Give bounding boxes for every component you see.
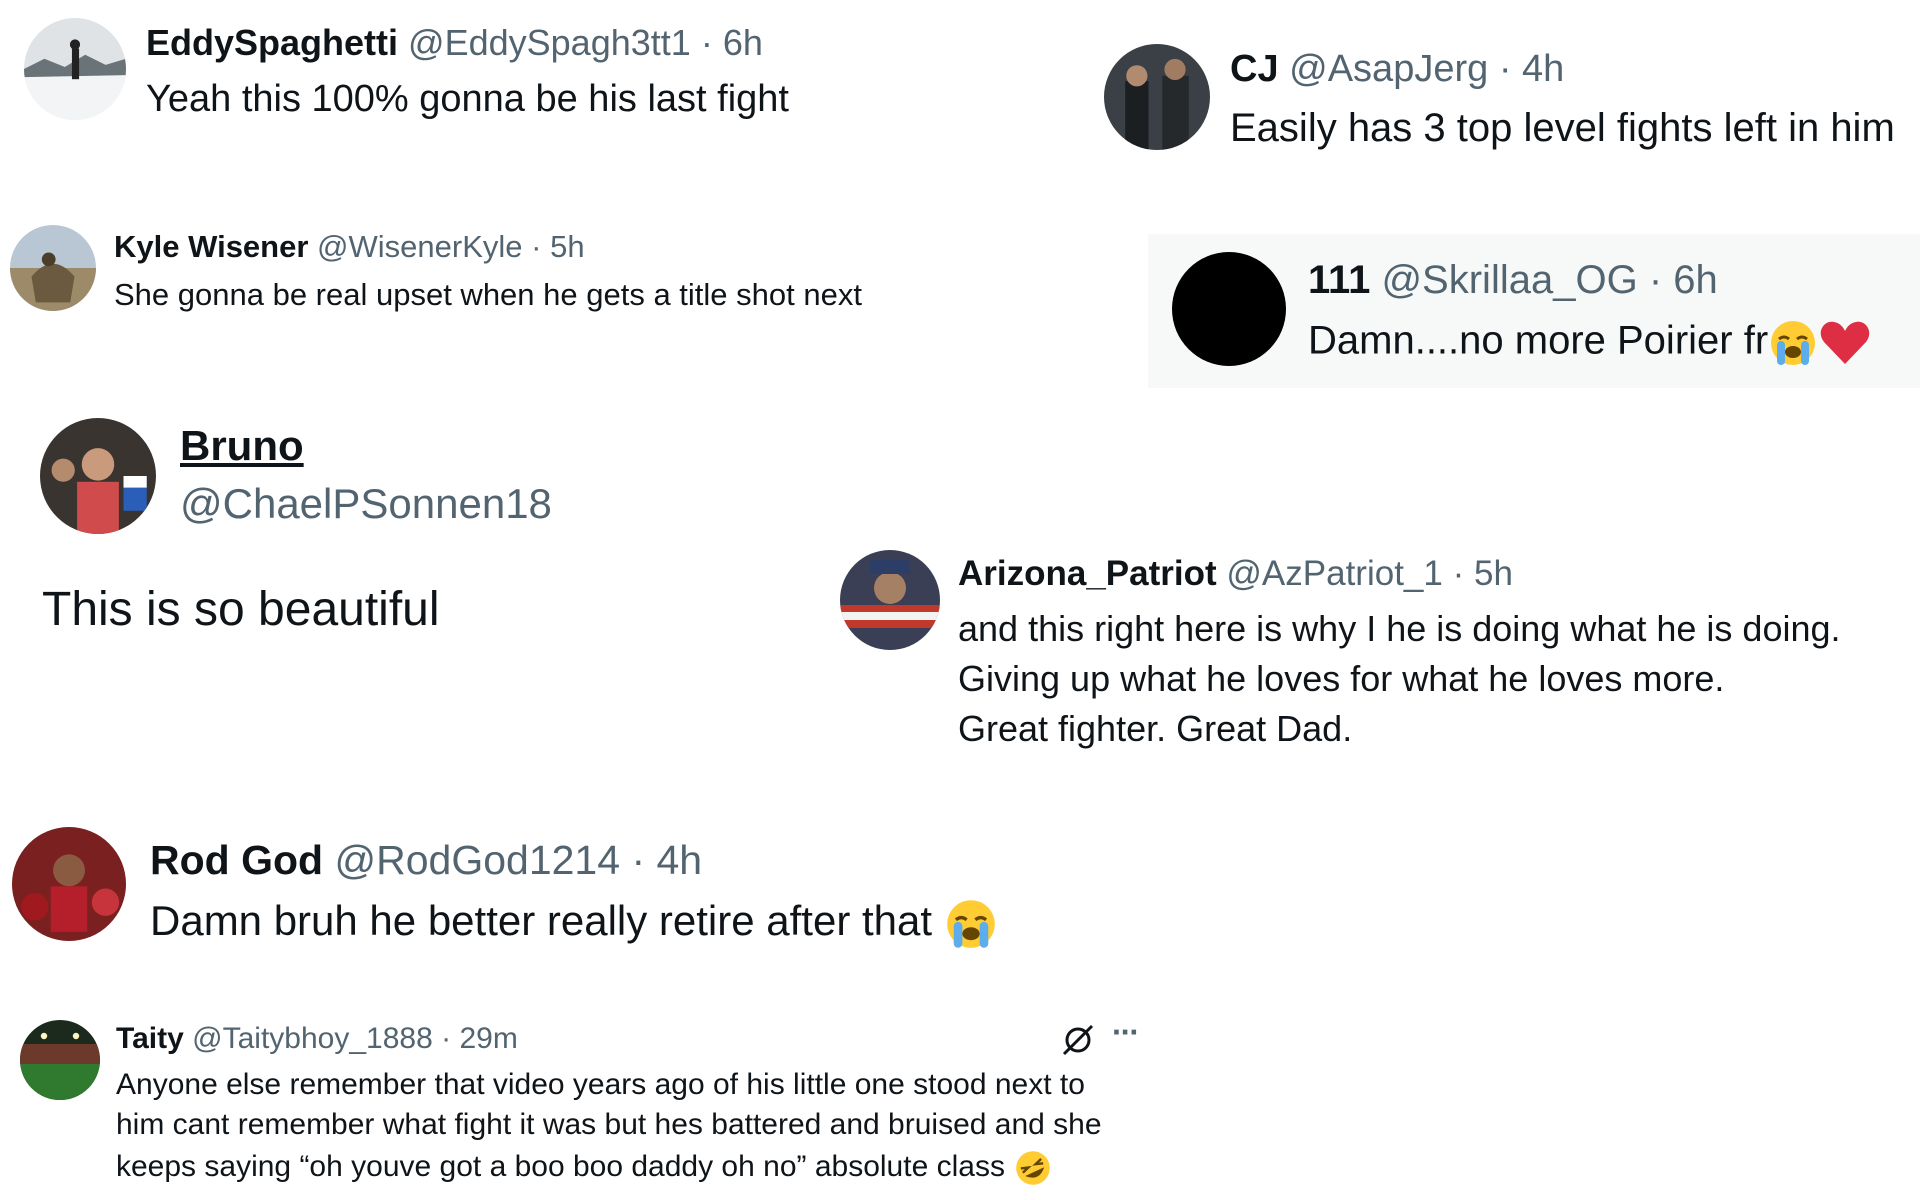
reply-text-line: Great fighter. Great Dad.: [958, 708, 1353, 749]
user-name[interactable]: CJ: [1230, 48, 1279, 90]
separator: ·: [631, 837, 646, 883]
user-handle[interactable]: @WisenerKyle: [317, 229, 522, 264]
timestamp[interactable]: 29m: [459, 1022, 517, 1055]
user-name[interactable]: Bruno: [180, 422, 304, 469]
avatar[interactable]: [10, 225, 96, 311]
avatar[interactable]: [20, 1020, 100, 1100]
reply-111[interactable]: 111 @Skrillaa_OG · 6h Damn....no more Po…: [1148, 234, 1920, 388]
more-options-icon[interactable]: ···: [1112, 1014, 1140, 1051]
reply-body: Damn bruh he better really retire after …: [150, 897, 998, 951]
user-handle[interactable]: @AzPatriot_1: [1226, 554, 1442, 593]
separator: ·: [1452, 554, 1465, 593]
timestamp[interactable]: 4h: [1522, 48, 1564, 90]
red-heart-emoji: [1818, 318, 1872, 368]
separator: ·: [700, 22, 713, 63]
reply-rod-god[interactable]: Rod God @RodGod1214 · 4h Damn bruh he be…: [0, 815, 1100, 965]
rolling-laughing-emoji: [1013, 1148, 1053, 1188]
user-name[interactable]: Taity: [116, 1022, 184, 1055]
reply-text-line: and this right here is why I he is doing…: [958, 608, 1841, 649]
reply-text-line: Anyone else remember that video years ag…: [116, 1068, 1085, 1101]
reply-header: 111 @Skrillaa_OG · 6h: [1308, 258, 1718, 303]
timestamp[interactable]: 6h: [1673, 258, 1718, 302]
reply-header: CJ @AsapJerg · 4h: [1230, 48, 1564, 91]
loudly-crying-face-emoji: [944, 897, 998, 951]
reply-header: EddySpaghetti @EddySpagh3tt1 · 6h: [146, 22, 763, 64]
separator: ·: [1648, 258, 1663, 302]
user-handle-line: @ChaelPSonnen18: [180, 480, 552, 528]
reply-bruno[interactable]: Bruno @ChaelPSonnen18 This is so beautif…: [0, 410, 800, 650]
reply-eddyspaghetti[interactable]: EddySpaghetti @EddySpagh3tt1 · 6h Yeah t…: [0, 0, 820, 140]
reply-body: Damn....no more Poirier fr: [1308, 318, 1872, 368]
reply-header: Taity @Taitybhoy_1888 · 29m: [116, 1022, 518, 1056]
user-handle[interactable]: @Taitybhoy_1888: [192, 1022, 433, 1055]
reply-text: Yeah this 100% gonna be his last fight: [146, 78, 789, 120]
avatar[interactable]: [1172, 252, 1286, 366]
reply-header: Kyle Wisener @WisenerKyle · 5h: [114, 229, 585, 265]
user-handle[interactable]: @Skrillaa_OG: [1381, 258, 1637, 302]
user-handle[interactable]: @RodGod1214: [334, 837, 620, 883]
avatar[interactable]: [840, 550, 940, 650]
user-name[interactable]: 111: [1308, 258, 1370, 302]
timestamp[interactable]: 5h: [550, 229, 584, 264]
avatar[interactable]: [40, 418, 156, 534]
reply-arizona-patriot[interactable]: Arizona_Patriot @AzPatriot_1 · 5h and th…: [830, 540, 1920, 760]
reply-text: Easily has 3 top level fights left in hi…: [1230, 106, 1895, 150]
reply-kyle-wisener[interactable]: Kyle Wisener @WisenerKyle · 5h She gonna…: [0, 215, 960, 325]
separator: ·: [531, 229, 542, 264]
reply-taity[interactable]: Taity @Taitybhoy_1888 · 29m ··· Anyone e…: [0, 1010, 1180, 1200]
avatar[interactable]: [24, 18, 126, 120]
user-handle[interactable]: @AsapJerg: [1289, 48, 1488, 90]
user-handle[interactable]: @ChaelPSonnen18: [180, 480, 552, 527]
avatar[interactable]: [12, 827, 126, 941]
grok-icon[interactable]: [1060, 1022, 1096, 1058]
separator: ·: [1498, 48, 1512, 90]
separator: ·: [441, 1022, 452, 1055]
user-name[interactable]: Arizona_Patriot: [958, 554, 1217, 593]
user-name[interactable]: EddySpaghetti: [146, 22, 398, 63]
user-handle[interactable]: @EddySpagh3tt1: [408, 22, 691, 63]
reply-text: Damn bruh he better really retire after …: [150, 897, 933, 945]
reply-header: Arizona_Patriot @AzPatriot_1 · 5h: [958, 554, 1513, 594]
reply-text: Damn....no more Poirier fr: [1308, 318, 1769, 363]
reply-header: Rod God @RodGod1214 · 4h: [150, 837, 702, 884]
reply-text-last-line: keeps saying “oh youve got a boo boo dad…: [116, 1148, 1053, 1188]
timestamp[interactable]: 6h: [723, 22, 763, 63]
timestamp[interactable]: 5h: [1474, 554, 1513, 593]
user-name-link: Bruno: [180, 422, 304, 470]
loudly-crying-face-emoji: [1768, 318, 1818, 368]
reply-text: She gonna be real upset when he gets a t…: [114, 277, 862, 312]
reply-text: This is so beautiful: [42, 583, 440, 636]
reply-text-line: Giving up what he loves for what he love…: [958, 658, 1725, 699]
timestamp[interactable]: 4h: [657, 837, 703, 883]
reply-text-line: him cant remember what fight it was but …: [116, 1108, 1102, 1141]
reply-cj[interactable]: CJ @AsapJerg · 4h Easily has 3 top level…: [1090, 30, 1920, 160]
avatar[interactable]: [1104, 44, 1210, 150]
reply-text-line: keeps saying “oh youve got a boo boo dad…: [116, 1149, 1005, 1183]
user-name[interactable]: Kyle Wisener: [114, 229, 308, 264]
user-name[interactable]: Rod God: [150, 837, 323, 883]
